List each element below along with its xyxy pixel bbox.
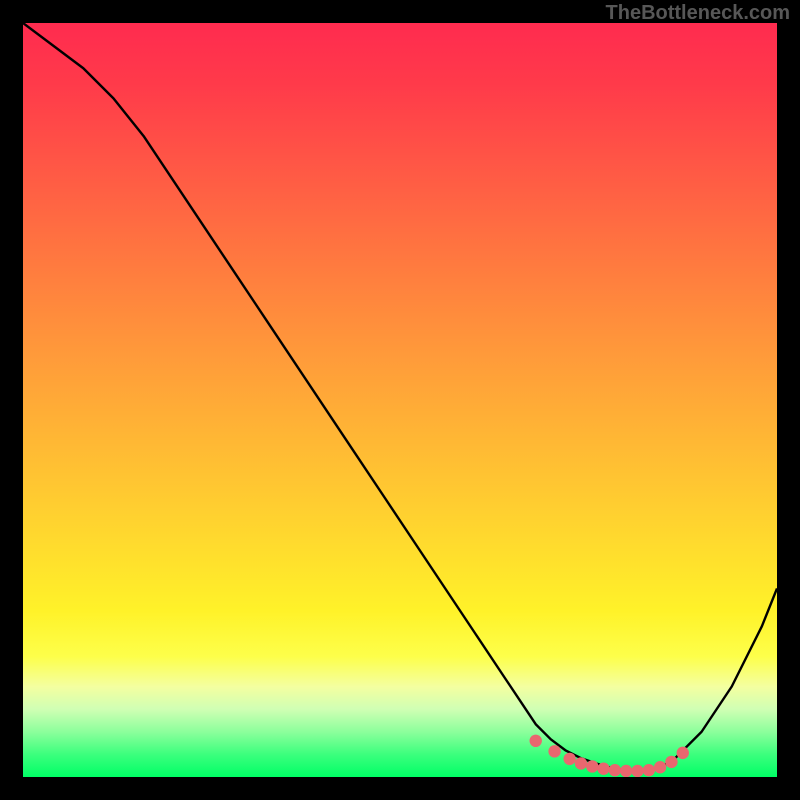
marker-dot xyxy=(597,763,609,775)
watermark-text: TheBottleneck.com xyxy=(606,2,790,25)
chart-plot-area xyxy=(23,23,777,777)
marker-dot xyxy=(643,764,655,776)
marker-dot xyxy=(548,745,560,757)
marker-dot xyxy=(654,761,666,773)
marker-dot xyxy=(530,735,542,747)
marker-dot xyxy=(631,765,643,777)
marker-dot xyxy=(677,747,689,759)
marker-dot xyxy=(609,764,621,776)
bottleneck-chart-svg xyxy=(23,23,777,777)
marker-dot xyxy=(665,756,677,768)
bottleneck-curve xyxy=(23,23,777,770)
marker-dot xyxy=(586,760,598,772)
marker-dot xyxy=(620,765,632,777)
marker-dot xyxy=(563,753,575,765)
marker-dot xyxy=(575,757,587,769)
